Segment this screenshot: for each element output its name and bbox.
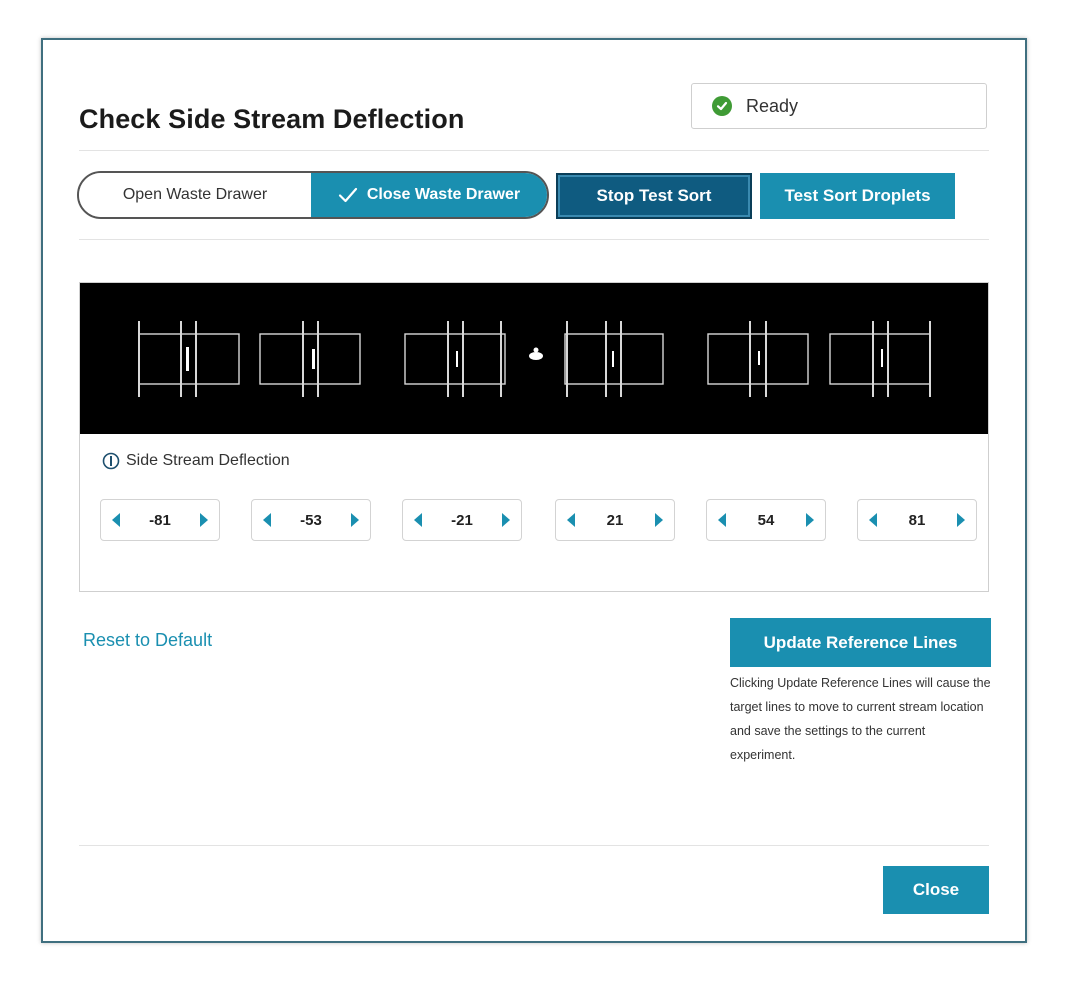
increment-arrow-icon[interactable] <box>954 511 968 529</box>
dialog-title: Check Side Stream Deflection <box>79 104 465 134</box>
test-sort-droplets-button[interactable]: Test Sort Droplets <box>760 173 955 219</box>
deflection-stepper-5[interactable]: 54 <box>706 499 826 541</box>
decrement-arrow-icon[interactable] <box>260 511 274 529</box>
update-reference-lines-note: Clicking Update Reference Lines will cau… <box>730 676 991 762</box>
divider <box>79 150 989 151</box>
open-waste-drawer-option[interactable]: Open Waste Drawer <box>79 173 311 217</box>
update-reference-lines-button[interactable]: Update Reference Lines <box>730 618 991 667</box>
deflection-stepper-6[interactable]: 81 <box>857 499 977 541</box>
decrement-arrow-icon[interactable] <box>564 511 578 529</box>
increment-arrow-icon[interactable] <box>803 511 817 529</box>
increment-arrow-icon[interactable] <box>499 511 513 529</box>
close-waste-drawer-option[interactable]: Close Waste Drawer <box>311 173 547 217</box>
divider <box>79 845 989 846</box>
increment-arrow-icon[interactable] <box>652 511 666 529</box>
decrement-arrow-icon[interactable] <box>411 511 425 529</box>
stop-test-sort-button[interactable]: Stop Test Sort <box>556 173 752 219</box>
deflection-panel: Side Stream Deflection -81 -53 -21 21 54 <box>79 282 989 592</box>
deflection-stepper-1[interactable]: -81 <box>100 499 220 541</box>
decrement-arrow-icon[interactable] <box>866 511 880 529</box>
open-waste-drawer-label: Open Waste Drawer <box>122 186 268 203</box>
deflection-value[interactable]: -21 <box>451 512 473 529</box>
decrement-arrow-icon[interactable] <box>715 511 729 529</box>
side-stream-deflection-label-row: Side Stream Deflection <box>102 452 290 470</box>
decrement-arrow-icon[interactable] <box>109 511 123 529</box>
checkmark-icon <box>338 187 358 203</box>
reset-to-default-link[interactable]: Reset to Default <box>83 630 212 651</box>
deflection-stepper-3[interactable]: -21 <box>402 499 522 541</box>
status-indicator: Ready <box>691 83 987 129</box>
increment-arrow-icon[interactable] <box>197 511 211 529</box>
deflection-stepper-4[interactable]: 21 <box>555 499 675 541</box>
side-stream-deflection-label: Side Stream Deflection <box>126 452 290 469</box>
close-waste-drawer-label: Close Waste Drawer <box>366 186 521 203</box>
deflection-value[interactable]: 81 <box>909 512 926 529</box>
increment-arrow-icon[interactable] <box>348 511 362 529</box>
deflection-value[interactable]: -53 <box>300 512 322 529</box>
status-text: Ready <box>746 95 799 116</box>
close-button[interactable]: Close <box>883 866 989 914</box>
deflection-stepper-2[interactable]: -53 <box>251 499 371 541</box>
deflection-value[interactable]: 54 <box>758 512 775 529</box>
stream-camera-image <box>80 283 988 434</box>
check-circle-icon <box>712 96 732 116</box>
info-icon[interactable] <box>102 452 120 470</box>
check-side-stream-deflection-dialog: Check Side Stream Deflection Ready Open … <box>41 38 1027 943</box>
divider <box>79 239 989 240</box>
deflection-value[interactable]: -81 <box>149 512 171 529</box>
waste-drawer-toggle[interactable]: Open Waste Drawer Close Waste Drawer <box>77 171 549 219</box>
deflection-value[interactable]: 21 <box>607 512 624 529</box>
